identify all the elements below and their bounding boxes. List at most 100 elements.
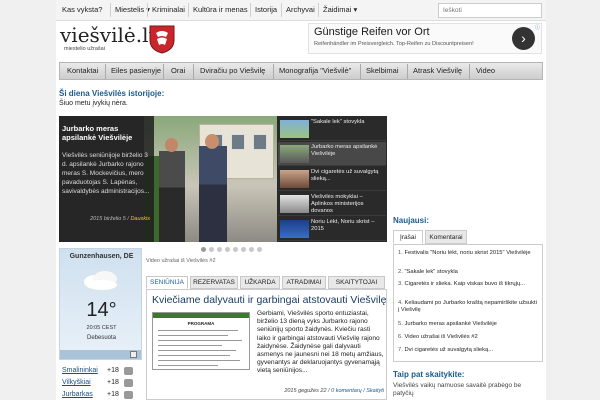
item-number: 5. (398, 321, 403, 327)
slide-photo-person (199, 146, 227, 242)
list-item[interactable]: 5. Jurbarko meras apsilankė Viešvilėje (398, 321, 538, 328)
temp-city[interactable]: Vilkyškiai (62, 379, 91, 386)
tab-skaitytojai[interactable]: SKAITYTOJAI (328, 276, 385, 289)
topnav-kultura[interactable]: Kultūra ir menas (193, 5, 248, 14)
image-line (158, 335, 228, 336)
nav-orai[interactable]: Orai (171, 66, 185, 75)
item-number: 2. (398, 269, 403, 275)
slider-thumb[interactable]: Jurbarko meras apsilankė Viešvilėje (278, 142, 386, 166)
tab-seniunija[interactable]: SENIŪNIJA (146, 276, 188, 289)
thumb-image (280, 170, 309, 188)
slide-author[interactable]: Dauskis (130, 216, 150, 222)
temp-city[interactable]: Jurbarkas (62, 391, 93, 398)
nav-kontaktai[interactable]: Kontaktai (67, 66, 98, 75)
temp-row: Vilkyškiai +18 (59, 378, 142, 389)
thumb-title: Jurbarko meras apsilankė Viešvilėje (311, 144, 378, 157)
thumb-title: Dvi cigaretės už suvalgytą slieką... (311, 169, 379, 182)
slide-photo-window (231, 134, 245, 150)
slide-date: 2015 birželio 5 / (90, 216, 129, 222)
thumb-image (280, 195, 309, 213)
temp-value: +18 (107, 367, 119, 374)
video-caption[interactable]: Video užrašai iš Viešvilės #2 (146, 258, 216, 264)
list-item[interactable]: 4. Keliaudami po Jurbarko kraštą nepamir… (398, 300, 538, 314)
article-title[interactable]: Kviečiame dalyvauti ir garbingai atstova… (152, 294, 386, 306)
cloud-icon (84, 271, 117, 290)
site-logo[interactable]: viešvilė.lt (60, 23, 157, 47)
ad-banner[interactable]: Günstige Reifen vor Ort Reifenhändler im… (308, 23, 542, 54)
divider (105, 64, 106, 79)
nav-skelbimai[interactable]: Skelbimai (366, 66, 399, 75)
list-item[interactable]: 2. "Sakale lek" stovykla (398, 269, 538, 276)
image-header (153, 313, 249, 318)
slider-dot[interactable] (225, 247, 230, 252)
nav-atrask[interactable]: Atrask Viešvilę (413, 66, 462, 75)
nav-dviraciu[interactable]: Dviračiu po Viešvilę (200, 66, 265, 75)
image-line (158, 350, 236, 351)
article-comments[interactable]: 0 komentarų / Skaityti (331, 388, 384, 394)
ad-text: Reifenhändler im Preisvergleich. Top-Rei… (314, 41, 474, 47)
list-item[interactable]: 1. Festivalis "Noriu lėkt, noriu skrist … (398, 250, 538, 257)
search-input[interactable] (438, 3, 542, 18)
divider (188, 3, 189, 17)
topnav-zaidimai[interactable]: Žaidimai ▾ (323, 5, 357, 14)
page: Kas vyksta? Miestelis ▾ Kriminalai Kultū… (56, 0, 546, 400)
item-title: Cigaretės ir slieka. Kaip viskas buvo iš… (404, 281, 525, 287)
tab-rezervatas[interactable]: REZERVATAS (190, 276, 238, 289)
slider-thumb[interactable]: Viešvilės mokyklai – Aplinkos ministerij… (278, 192, 386, 216)
topnav-archyvai[interactable]: Archyvai (286, 5, 315, 14)
slider-dot[interactable] (249, 247, 254, 252)
expand-icon[interactable] (130, 351, 137, 358)
slider-thumb[interactable]: Noriu Lėkt, Noriu skrist – 2015 (278, 217, 386, 241)
image-line (158, 340, 242, 341)
divider (273, 64, 274, 79)
arrow-right-icon[interactable]: › (512, 27, 535, 50)
slider-dot[interactable] (257, 247, 262, 252)
article-meta: 2015 gegužės 22 / 0 komentarų / Skaityti (152, 388, 384, 394)
slider-dot[interactable] (201, 247, 206, 252)
sidebar-tabs: Įrašai Komentarai (393, 230, 543, 244)
weather-bar (60, 350, 141, 359)
tab-uzkarda[interactable]: UŽKARDA (240, 276, 280, 289)
weather-temp: 14° (86, 299, 117, 321)
topnav-istorija[interactable]: Istorija (255, 5, 277, 14)
divider (469, 64, 470, 79)
history-title: Ši diena Viešvilės istorijoje: (59, 89, 165, 98)
popular-title: Taip pat skaitykite: (393, 370, 465, 379)
divider (163, 64, 164, 79)
tab-irasai[interactable]: Įrašai (393, 230, 423, 244)
list-item[interactable]: 7. Dvi cigaretės už suvalgytą slieką... (398, 347, 538, 354)
info-icon[interactable]: ⓘ (535, 24, 540, 31)
site-tagline: miestelio užrašai (64, 46, 105, 52)
topnav-miestelis[interactable]: Miestelis ▾ (115, 5, 150, 14)
image-line (158, 355, 230, 356)
list-item[interactable]: 3. Cigaretės ir slieka. Kaip viskas buvo… (398, 281, 538, 288)
topnav-kriminalai[interactable]: Kriminalai (152, 5, 185, 14)
divider (407, 64, 408, 79)
topnav-kas-vyksta[interactable]: Kas vyksta? (62, 5, 102, 14)
divider (193, 64, 194, 79)
slide-photo-person (159, 151, 185, 242)
tab-atradimai[interactable]: ATRADIMAI (282, 276, 326, 289)
item-title: Jurbarko meras apsilankė Viešvilėje (404, 321, 497, 327)
weather-icon (124, 379, 133, 387)
slider-dot[interactable] (217, 247, 222, 252)
slider-dot[interactable] (241, 247, 246, 252)
article-card: Kviečiame dalyvauti ir garbingai atstova… (146, 289, 387, 400)
popular-item[interactable]: Viešvilės vaikų namuose savaitė prabėgo … (393, 382, 543, 398)
nav-monografija[interactable]: Monografija "Viešvilė" (279, 66, 351, 75)
slider-thumb[interactable]: Dvi cigaretės už suvalgytą slieką... (278, 167, 386, 191)
tab-komentarai[interactable]: Komentarai (425, 230, 467, 244)
temp-city[interactable]: Smalininkai (62, 367, 98, 374)
article-image[interactable]: PROGRAMA (152, 312, 250, 370)
thumb-image (280, 145, 309, 163)
slider-dot[interactable] (209, 247, 214, 252)
slider-thumb[interactable]: "Sakale lek" stovykla (278, 117, 386, 141)
divider (318, 3, 319, 17)
nav-video[interactable]: Video (476, 66, 495, 75)
thumb-image (280, 220, 309, 238)
nav-eiles[interactable]: Eiles pasienyje (111, 66, 161, 75)
slide-title[interactable]: Jurbarko meras apsilankė Viešvilėje (62, 124, 150, 142)
featured-slider[interactable]: Jurbarko meras apsilankė Viešvilėje Vieš… (59, 116, 387, 242)
slider-dot[interactable] (233, 247, 238, 252)
list-item[interactable]: 6. Video užrašai iš Viešvilės #2 (398, 334, 538, 341)
